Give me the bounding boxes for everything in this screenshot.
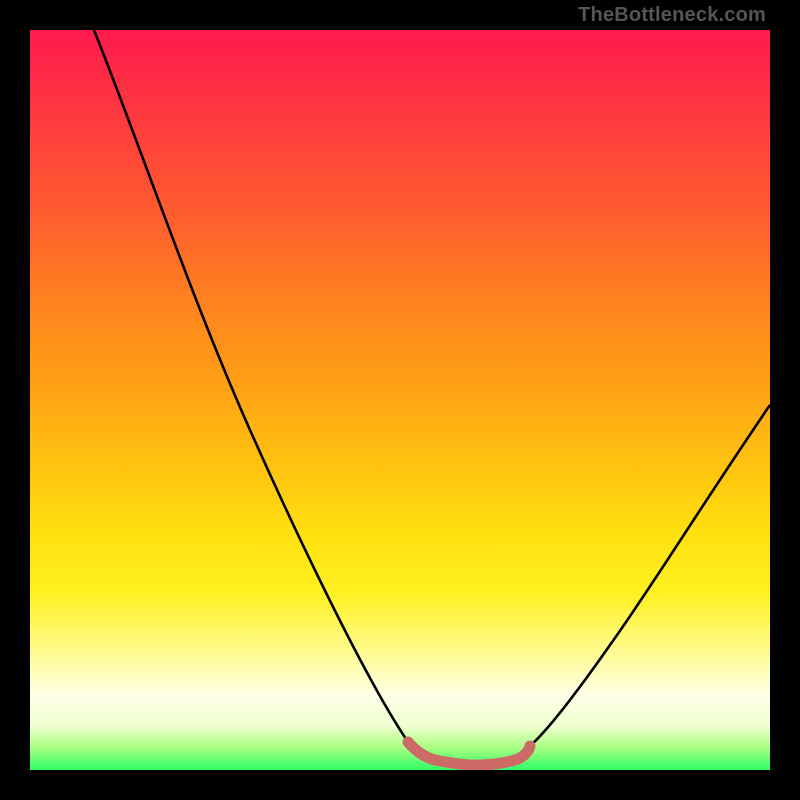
curve-overlay [30,30,770,770]
left-curve [94,30,408,742]
chart-frame: TheBottleneck.com [0,0,800,800]
watermark-text: TheBottleneck.com [578,4,766,27]
right-curve [530,405,770,746]
bottom-marker-band [408,742,530,765]
plot-area [30,30,770,770]
